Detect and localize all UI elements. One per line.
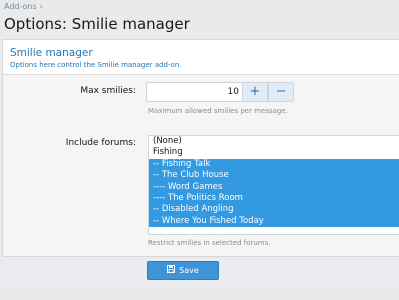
- forum-option[interactable]: ---- Word Games: [149, 181, 399, 193]
- page-title: Options: Smilie manager: [4, 15, 190, 33]
- max-smilies-label: Max smilies:: [80, 86, 136, 96]
- breadcrumb: Add-ons ›: [4, 2, 43, 11]
- forum-option[interactable]: -- Where You Fished Today: [149, 215, 399, 228]
- forum-option[interactable]: ---- The Politics Room: [149, 192, 399, 205]
- max-smilies-hint: Maximum allowed smilies per message.: [148, 107, 288, 115]
- include-forums-select[interactable]: (None) Fishing -- Fishing Talk -- The Cl…: [148, 135, 399, 235]
- save-button[interactable]: Save: [147, 261, 219, 280]
- save-label: Save: [179, 266, 199, 275]
- block-header: Smilie manager Options here control the …: [3, 40, 399, 75]
- include-forums-label: Include forums:: [65, 138, 136, 148]
- block-title: Smilie manager: [10, 47, 93, 59]
- save-icon: [167, 262, 176, 279]
- breadcrumb-separator: ›: [39, 2, 43, 11]
- forum-option[interactable]: -- The Club House: [149, 170, 399, 182]
- breadcrumb-item-add-ons[interactable]: Add-ons: [4, 2, 37, 11]
- include-forums-hint: Restrict smilies in selected forums.: [148, 239, 271, 247]
- max-smilies-input[interactable]: [146, 82, 244, 102]
- max-smilies-control: + −: [146, 82, 294, 102]
- increment-button[interactable]: +: [242, 82, 268, 102]
- decrement-button[interactable]: −: [268, 82, 294, 102]
- forum-option[interactable]: -- Fishing Talk: [149, 158, 399, 171]
- forum-option[interactable]: -- Disabled Angling: [149, 204, 399, 216]
- forum-option[interactable]: (None): [149, 136, 399, 147]
- block-description: Options here control the Smilie manager …: [10, 61, 182, 69]
- forum-option[interactable]: Fishing: [149, 147, 399, 158]
